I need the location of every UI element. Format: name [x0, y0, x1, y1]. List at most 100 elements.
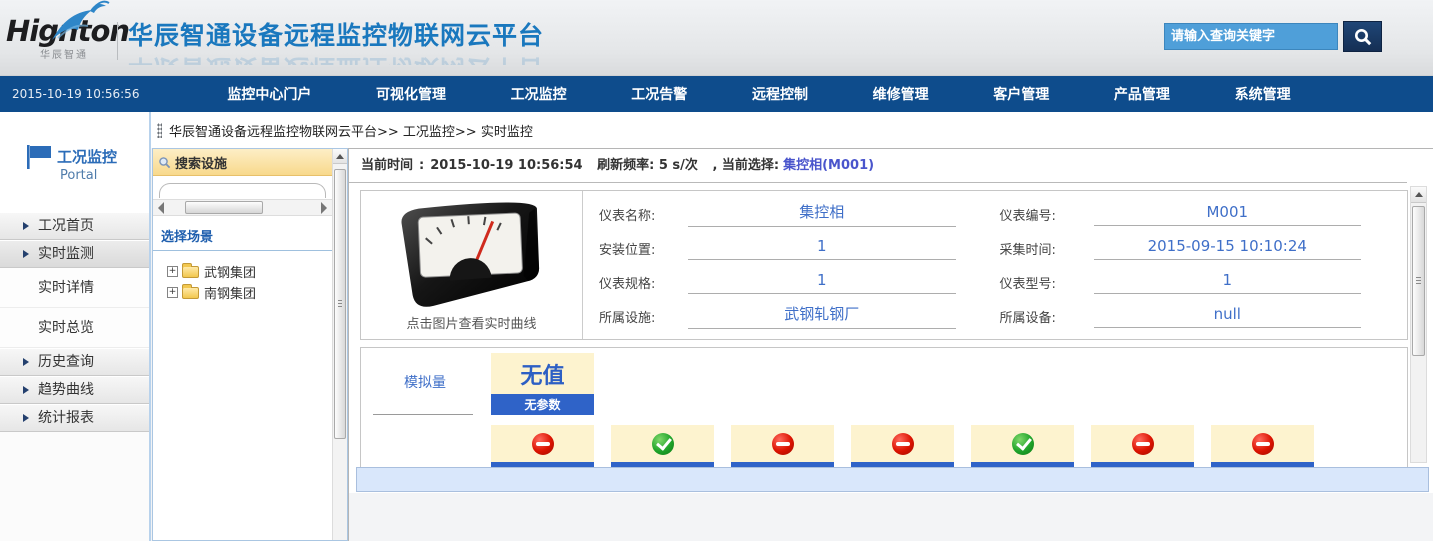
status-card[interactable]	[851, 425, 954, 469]
sidebar-item-statistics-report[interactable]: 统计报表	[0, 404, 149, 432]
sidebar-item-label: 趋势曲线	[38, 382, 94, 398]
nav-item-remote-control[interactable]: 远程控制	[752, 84, 808, 104]
field-label: 仪表型号:	[999, 276, 1056, 292]
field-label: 仪表规格:	[599, 276, 656, 292]
field-label: 所属设施:	[599, 310, 656, 326]
main-scrollbar[interactable]	[1410, 186, 1427, 463]
arrow-right-icon	[23, 250, 29, 258]
status-card[interactable]	[731, 425, 834, 469]
breadcrumb-row: 华辰智通设备远程监控物联网云平台>> 工况监控>> 实时监控	[151, 112, 1433, 148]
status-card[interactable]	[611, 425, 714, 469]
status-icon	[651, 432, 674, 455]
scene-tree: + 武钢集团 + 南钢集团	[153, 261, 332, 303]
sidebar-item-history-query[interactable]: 历史查询	[0, 348, 149, 376]
sidebar-item-realtime-detail[interactable]: 实时详情	[0, 268, 149, 308]
sidebar-item-condition-home[interactable]: 工况首页	[0, 212, 149, 240]
search-panel-scrollbar[interactable]	[332, 149, 347, 540]
main-navbar: 2015-10-19 10:56:56 监控中心门户 可视化管理 工况监控 工况…	[0, 76, 1433, 112]
vscroll-thumb[interactable]	[1412, 206, 1425, 356]
status-icon	[1131, 432, 1154, 455]
status-card[interactable]	[971, 425, 1074, 469]
status-icon	[1251, 432, 1274, 455]
nav-item-visual-mgmt[interactable]: 可视化管理	[376, 84, 446, 104]
status-icon	[771, 432, 794, 455]
current-time-label: 当前时间	[361, 158, 414, 173]
sidebar-item-label: 实时总览	[38, 320, 94, 336]
logo-deer-icon	[52, 0, 110, 40]
analog-quantity-label: 模拟量	[404, 375, 446, 391]
sidebar-item-realtime-monitor[interactable]: 实时监测	[0, 240, 149, 268]
sidebar-item-label: 实时详情	[38, 280, 94, 296]
no-value-card[interactable]: 无值 无参数	[491, 353, 594, 415]
sidebar-item-label: 实时监测	[38, 246, 94, 262]
arrow-right-icon	[23, 358, 29, 366]
sidebar-item-label: 工况首页	[38, 218, 94, 234]
sidebar-item-label: 统计报表	[38, 410, 94, 426]
nav-item-maintenance-mgmt[interactable]: 维修管理	[873, 84, 929, 104]
field-value: 2015-09-15 10:10:24	[1093, 237, 1361, 260]
field-value: 1	[1093, 271, 1361, 294]
expand-plus-icon[interactable]: +	[167, 287, 178, 298]
nav-item-product-mgmt[interactable]: 产品管理	[1114, 84, 1170, 104]
app-title: 华辰智通设备远程监控物联网云平台	[128, 21, 545, 50]
hscroll-thumb[interactable]	[185, 201, 263, 214]
tree-item-wugang-group[interactable]: + 武钢集团	[153, 261, 332, 282]
nav-item-condition-alarm[interactable]: 工况告警	[631, 84, 687, 104]
search-facilities-label: 搜索设施	[175, 156, 228, 172]
sidebar-item-label: 历史查询	[38, 354, 94, 370]
meter-image-box: 点击图片查看实时曲线	[361, 191, 583, 339]
nav-item-system-mgmt[interactable]: 系统管理	[1235, 84, 1291, 104]
main-footer	[349, 493, 1433, 541]
tree-item-nangang-group[interactable]: + 南钢集团	[153, 282, 332, 303]
flag-icon	[27, 145, 51, 169]
horizontal-scrollbar[interactable]	[153, 199, 332, 216]
current-time-bar: 当前时间:2015-10-19 10:56:54 刷新频率: 5 s/次 , 当…	[349, 149, 1407, 183]
status-icon	[531, 432, 554, 455]
main-content: 当前时间:2015-10-19 10:56:54 刷新频率: 5 s/次 , 当…	[348, 148, 1433, 541]
sidebar: 工况监控 Portal 工况首页 实时监测 实时详情 实时总览 历史查询 趋势曲…	[0, 112, 151, 541]
search-facilities-header[interactable]: 搜索设施	[153, 149, 332, 176]
field-label: 安装位置:	[599, 242, 656, 258]
separator: :	[419, 158, 425, 173]
search-button[interactable]	[1343, 21, 1382, 52]
arrow-right-icon	[23, 222, 29, 230]
arrow-right-icon	[23, 414, 29, 422]
current-selection-value[interactable]: 集控相(M001)	[783, 158, 874, 173]
vscroll-thumb[interactable]	[334, 169, 346, 439]
nav-item-monitor-portal[interactable]: 监控中心门户	[227, 84, 311, 104]
field-value: 1	[688, 271, 956, 294]
facility-search-input[interactable]	[159, 183, 326, 198]
scroll-up-icon[interactable]	[1411, 187, 1426, 203]
meter-caption: 点击图片查看实时曲线	[406, 316, 537, 332]
field-label: 所属设备:	[999, 310, 1056, 326]
field-label: 仪表编号:	[999, 208, 1056, 224]
sidebar-item-realtime-overview[interactable]: 实时总览	[0, 308, 149, 348]
sidebar-title: 工况监控	[57, 148, 118, 166]
status-card[interactable]	[491, 425, 594, 469]
search-panel-content: 搜索设施 选择场景 + 武钢集团 + 南钢集团	[153, 149, 332, 540]
no-value-text: 无值	[491, 353, 594, 394]
nav-item-customer-mgmt[interactable]: 客户管理	[993, 84, 1049, 104]
header-search-box	[1164, 23, 1338, 50]
status-icon	[1011, 432, 1034, 455]
folder-icon	[182, 283, 199, 299]
refresh-rate-value: 5 s/次	[658, 158, 698, 173]
search-input[interactable]	[1165, 24, 1337, 49]
status-card[interactable]	[1211, 425, 1314, 469]
meter-info-panel: 点击图片查看实时曲线 仪表名称: 集控相 仪表编号: M001 安装位置: 1 …	[360, 190, 1408, 340]
meter-info-fields: 仪表名称: 集控相 仪表编号: M001 安装位置: 1 采集时间: 2015-…	[583, 191, 1407, 339]
nav-item-condition-monitor[interactable]: 工况监控	[511, 84, 567, 104]
sidebar-item-trend-curve[interactable]: 趋势曲线	[0, 376, 149, 404]
meter-image[interactable]	[388, 199, 556, 311]
status-card[interactable]	[1091, 425, 1194, 469]
current-time-value: 2015-10-19 10:56:54	[430, 158, 583, 173]
nav-items: 监控中心门户 可视化管理 工况监控 工况告警 远程控制 维修管理 客户管理 产品…	[195, 84, 1433, 104]
scroll-up-icon[interactable]	[333, 149, 347, 164]
field-label: 仪表名称:	[599, 208, 656, 224]
scroll-grip	[1416, 277, 1421, 285]
header: Hignton 华辰智通 华辰智通设备远程监控物联网云平台 华辰智通设备远程监控…	[0, 0, 1433, 76]
no-param-bar: 无参数	[491, 394, 594, 415]
expand-plus-icon[interactable]: +	[167, 266, 178, 277]
sidebar-subtitle: Portal	[60, 168, 98, 183]
field-label: 采集时间:	[999, 242, 1056, 258]
